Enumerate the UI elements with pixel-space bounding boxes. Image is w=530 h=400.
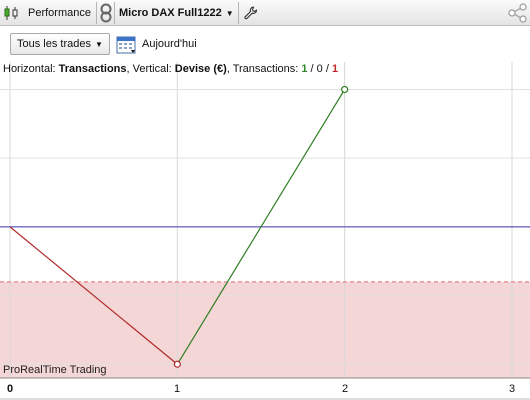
horizontal-value: Transactions [58,63,127,75]
calendar-icon [116,36,136,54]
candles-icon[interactable] [3,0,21,26]
toolbar-divider [96,2,97,24]
horizontal-prefix: Horizontal: [3,63,59,75]
wrench-icon[interactable] [244,0,258,26]
system-selector[interactable]: Micro DAX Full1222 ▼ [119,0,234,26]
losses-count: 1 [331,63,339,75]
performance-label: Performance [28,7,91,19]
watermark: ProRealTime Trading [3,364,107,376]
filter-bar: Tous les trades ▼ Aujourd'hui [0,26,530,62]
date-selector[interactable]: Aujourd'hui [116,32,197,56]
toolbar-divider [238,2,239,24]
x-tick-label: 1 [174,383,181,395]
system-name: Micro DAX Full1222 [119,7,222,19]
caret-down-icon: ▼ [94,39,103,49]
toolbar: Performance Micro DAX Full1222 ▼ [0,0,530,26]
trade-point [341,85,349,94]
trades-filter-label: Tous les trades [17,38,91,50]
caret-down-icon: ▼ [225,8,234,18]
share-icon[interactable] [508,0,528,26]
separator: / [307,63,317,75]
x-tick-label: 3 [509,383,516,395]
vertical-prefix: , Vertical: [126,63,175,75]
separator: / [322,63,332,75]
equity-chart[interactable] [0,62,530,400]
performance-button[interactable]: Performance [28,0,91,26]
date-label: Aujourd'hui [142,38,197,50]
trades-filter-dropdown[interactable]: Tous les trades ▼ [10,33,110,55]
chart-info: Horizontal: Transactions, Vertical: Devi… [3,63,338,75]
trade-point [173,360,181,368]
toolbar-divider [114,2,115,24]
transactions-prefix: , Transactions: [226,63,302,75]
link-icon[interactable] [100,0,112,26]
x-tick-label: 2 [342,383,349,395]
vertical-value: Devise (€) [174,63,227,75]
x-tick-label: 0 [7,383,14,395]
